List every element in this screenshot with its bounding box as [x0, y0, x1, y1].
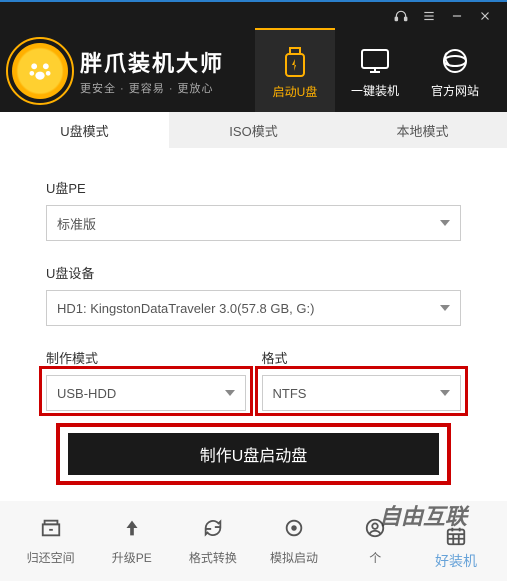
archive-box-icon: [40, 517, 62, 543]
footer-label: 模拟启动: [270, 549, 318, 566]
calendar-icon: [445, 525, 467, 551]
upe-value: 标准版: [57, 214, 96, 233]
menu-icon[interactable]: [415, 2, 443, 30]
tab-iso-mode[interactable]: ISO模式: [169, 112, 338, 148]
nav-boot-usb[interactable]: 启动U盘: [255, 28, 335, 112]
nav-one-click[interactable]: 一键装机: [335, 30, 415, 112]
footer-upgrade-pe[interactable]: 升级PE: [97, 517, 167, 566]
format-label: 格式: [262, 348, 462, 367]
footer-restore-space[interactable]: 归还空间: [16, 517, 86, 566]
chevron-down-icon: [440, 305, 450, 311]
monitor-icon: [360, 44, 390, 78]
mode-label: 制作模式: [46, 348, 246, 367]
footer-calendar[interactable]: [421, 525, 491, 557]
footer-label: 升级PE: [112, 549, 152, 566]
footer-label: 归还空间: [27, 549, 75, 566]
upe-select[interactable]: 标准版: [46, 205, 461, 241]
content: U盘PE 标准版 U盘设备 HD1: KingstonDataTraveler …: [0, 148, 507, 501]
tab-usb-mode[interactable]: U盘模式: [0, 112, 169, 148]
mode-value: USB-HDD: [57, 386, 116, 401]
nav-website[interactable]: 官方网站: [415, 30, 495, 112]
paw-logo-icon: [12, 43, 68, 99]
format-value: NTFS: [273, 386, 307, 401]
footer: 归还空间 升级PE 格式转换 模拟启动 个: [0, 501, 507, 581]
format-select[interactable]: NTFS: [262, 375, 462, 411]
headset-icon[interactable]: [387, 2, 415, 30]
brand-title: 胖爪装机大师: [80, 46, 224, 78]
globe-ie-icon: [441, 44, 469, 78]
nav-label: 启动U盘: [273, 83, 318, 100]
arrow-up-icon: [121, 517, 143, 543]
minimize-icon[interactable]: [443, 2, 471, 30]
brand-subtitle: 更安全 · 更容易 · 更放心: [80, 80, 224, 96]
chevron-down-icon: [440, 220, 450, 226]
logo: 胖爪装机大师 更安全 · 更容易 · 更放心: [12, 43, 224, 99]
subtabs: U盘模式 ISO模式 本地模式: [0, 112, 507, 148]
titlebar: [0, 0, 507, 30]
usb-bolt-icon: [282, 45, 308, 79]
tab-local-mode[interactable]: 本地模式: [338, 112, 507, 148]
nav-label: 官方网站: [431, 82, 479, 99]
footer-label: 格式转换: [189, 549, 237, 566]
device-select[interactable]: HD1: KingstonDataTraveler 3.0(57.8 GB, G…: [46, 290, 461, 326]
target-icon: [283, 517, 305, 543]
header: 胖爪装机大师 更安全 · 更容易 · 更放心 启动U盘 一键装机: [0, 30, 507, 112]
chevron-down-icon: [225, 390, 235, 396]
footer-label: 个: [369, 549, 381, 566]
upe-label: U盘PE: [46, 178, 461, 197]
globe-user-icon: [364, 517, 386, 543]
nav-tiles: 启动U盘 一键装机 官方网站: [255, 30, 495, 112]
nav-label: 一键装机: [351, 82, 399, 99]
footer-format-convert[interactable]: 格式转换: [178, 517, 248, 566]
refresh-icon: [202, 517, 224, 543]
device-value: HD1: KingstonDataTraveler 3.0(57.8 GB, G…: [57, 301, 314, 316]
chevron-down-icon: [440, 390, 450, 396]
device-label: U盘设备: [46, 263, 461, 282]
mode-select[interactable]: USB-HDD: [46, 375, 246, 411]
make-usb-button[interactable]: 制作U盘启动盘: [68, 433, 439, 475]
close-icon[interactable]: [471, 2, 499, 30]
footer-simulate-boot[interactable]: 模拟启动: [259, 517, 329, 566]
footer-personal[interactable]: 个: [340, 517, 410, 566]
